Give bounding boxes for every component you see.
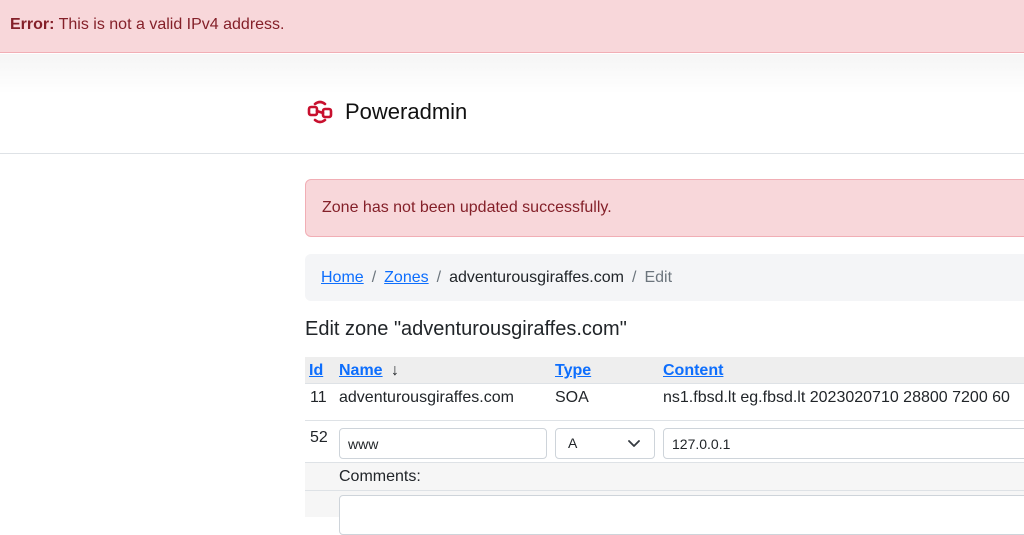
breadcrumb-zones-link[interactable]: Zones — [384, 269, 428, 286]
column-header-type: Type — [555, 357, 591, 384]
table-row: 11 adventurousgiraffes.com SOA ns1.fbsd.… — [305, 384, 1024, 421]
alert-message: Zone has not been updated successfully. — [322, 199, 612, 216]
record-type: SOA — [555, 389, 589, 406]
breadcrumb-zone-name: adventurousgiraffes.com — [449, 269, 624, 286]
error-message: This is not a valid IPv4 address. — [58, 16, 285, 33]
column-header-name: Name ↓ — [339, 357, 399, 384]
page-title: Edit zone "adventurousgiraffes.com" — [305, 318, 627, 340]
sort-by-name-link[interactable]: Name — [339, 362, 383, 379]
error-label: Error: — [10, 16, 55, 33]
sort-by-content-link[interactable]: Content — [663, 362, 723, 379]
comments-row: Comments: — [305, 463, 1024, 491]
record-name-input[interactable] — [339, 428, 547, 459]
record-id: 52 — [310, 429, 328, 446]
breadcrumb-separator: / — [436, 269, 442, 286]
brand-name[interactable]: Poweradmin — [345, 98, 467, 126]
comments-input-row — [305, 491, 1024, 535]
update-failed-alert: Zone has not been updated successfully. — [305, 179, 1024, 237]
sort-by-type-link[interactable]: Type — [555, 362, 591, 379]
poweradmin-logo-icon[interactable] — [306, 98, 334, 126]
comments-textarea[interactable] — [339, 495, 1024, 535]
record-content: ns1.fbsd.lt eg.fbsd.lt 2023020710 28800 … — [663, 389, 1010, 406]
site-header: Poweradmin — [0, 54, 1024, 154]
record-id: 11 — [310, 389, 327, 406]
error-banner: Error: This is not a valid IPv4 address. — [0, 0, 1024, 53]
table-row: 52 A — [305, 421, 1024, 463]
column-header-id: Id — [309, 357, 323, 384]
breadcrumb-separator: / — [631, 269, 637, 286]
record-name: adventurousgiraffes.com — [339, 389, 514, 406]
column-header-content: Content — [663, 357, 723, 384]
sort-down-arrow-icon: ↓ — [391, 362, 400, 379]
breadcrumb-current: Edit — [644, 269, 673, 286]
breadcrumb-home-link[interactable]: Home — [321, 269, 364, 286]
chevron-down-icon — [628, 440, 640, 447]
record-type-select[interactable]: A — [555, 428, 655, 459]
breadcrumb-separator: / — [371, 269, 377, 286]
sort-by-id-link[interactable]: Id — [309, 362, 323, 379]
records-table-header: Id Name ↓ Type Content — [305, 357, 1024, 384]
record-content-input[interactable] — [663, 428, 1024, 459]
record-type-selected-value: A — [568, 435, 578, 451]
breadcrumb: Home / Zones / adventurousgiraffes.com / Edit — [305, 254, 1024, 301]
comments-label: Comments: — [339, 468, 421, 485]
